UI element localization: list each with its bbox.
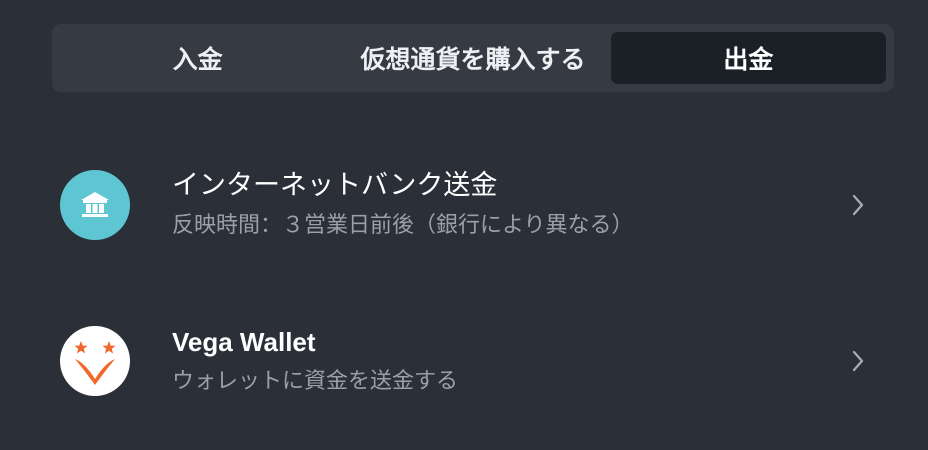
option-subtitle: 反映時間：３営業日前後（銀行により異なる） <box>172 213 634 238</box>
bank-icon <box>60 170 130 240</box>
option-texts: インターネットバンク送金 反映時間：３営業日前後（銀行により異なる） <box>172 169 634 241</box>
chevron-right-icon <box>852 194 864 216</box>
vega-wallet-logo-icon <box>60 326 130 396</box>
option-title: インターネットバンク送金 <box>172 170 498 201</box>
chevron-right-icon <box>852 350 864 372</box>
tab-buy-crypto[interactable]: 仮想通貨を購入する <box>335 32 610 84</box>
option-title: Vega Wallet <box>172 327 316 357</box>
option-subtitle: ウォレットに資金を送金する <box>172 369 459 394</box>
vega-logo-glyph <box>74 341 116 385</box>
bank-building-glyph <box>81 192 109 217</box>
option-vega-wallet[interactable]: Vega Wallet ウォレットに資金を送金する <box>0 306 928 416</box>
withdraw-screen: 入金 仮想通貨を購入する 出金 インターネットバンク送金 反映時間：３営業日前後… <box>0 0 928 450</box>
tab-withdraw[interactable]: 出金 <box>610 32 886 84</box>
tab-bar: 入金 仮想通貨を購入する 出金 <box>52 24 894 92</box>
option-internet-bank-transfer[interactable]: インターネットバンク送金 反映時間：３営業日前後（銀行により異なる） <box>0 150 928 260</box>
option-texts: Vega Wallet ウォレットに資金を送金する <box>172 325 458 397</box>
tab-deposit[interactable]: 入金 <box>60 32 335 84</box>
